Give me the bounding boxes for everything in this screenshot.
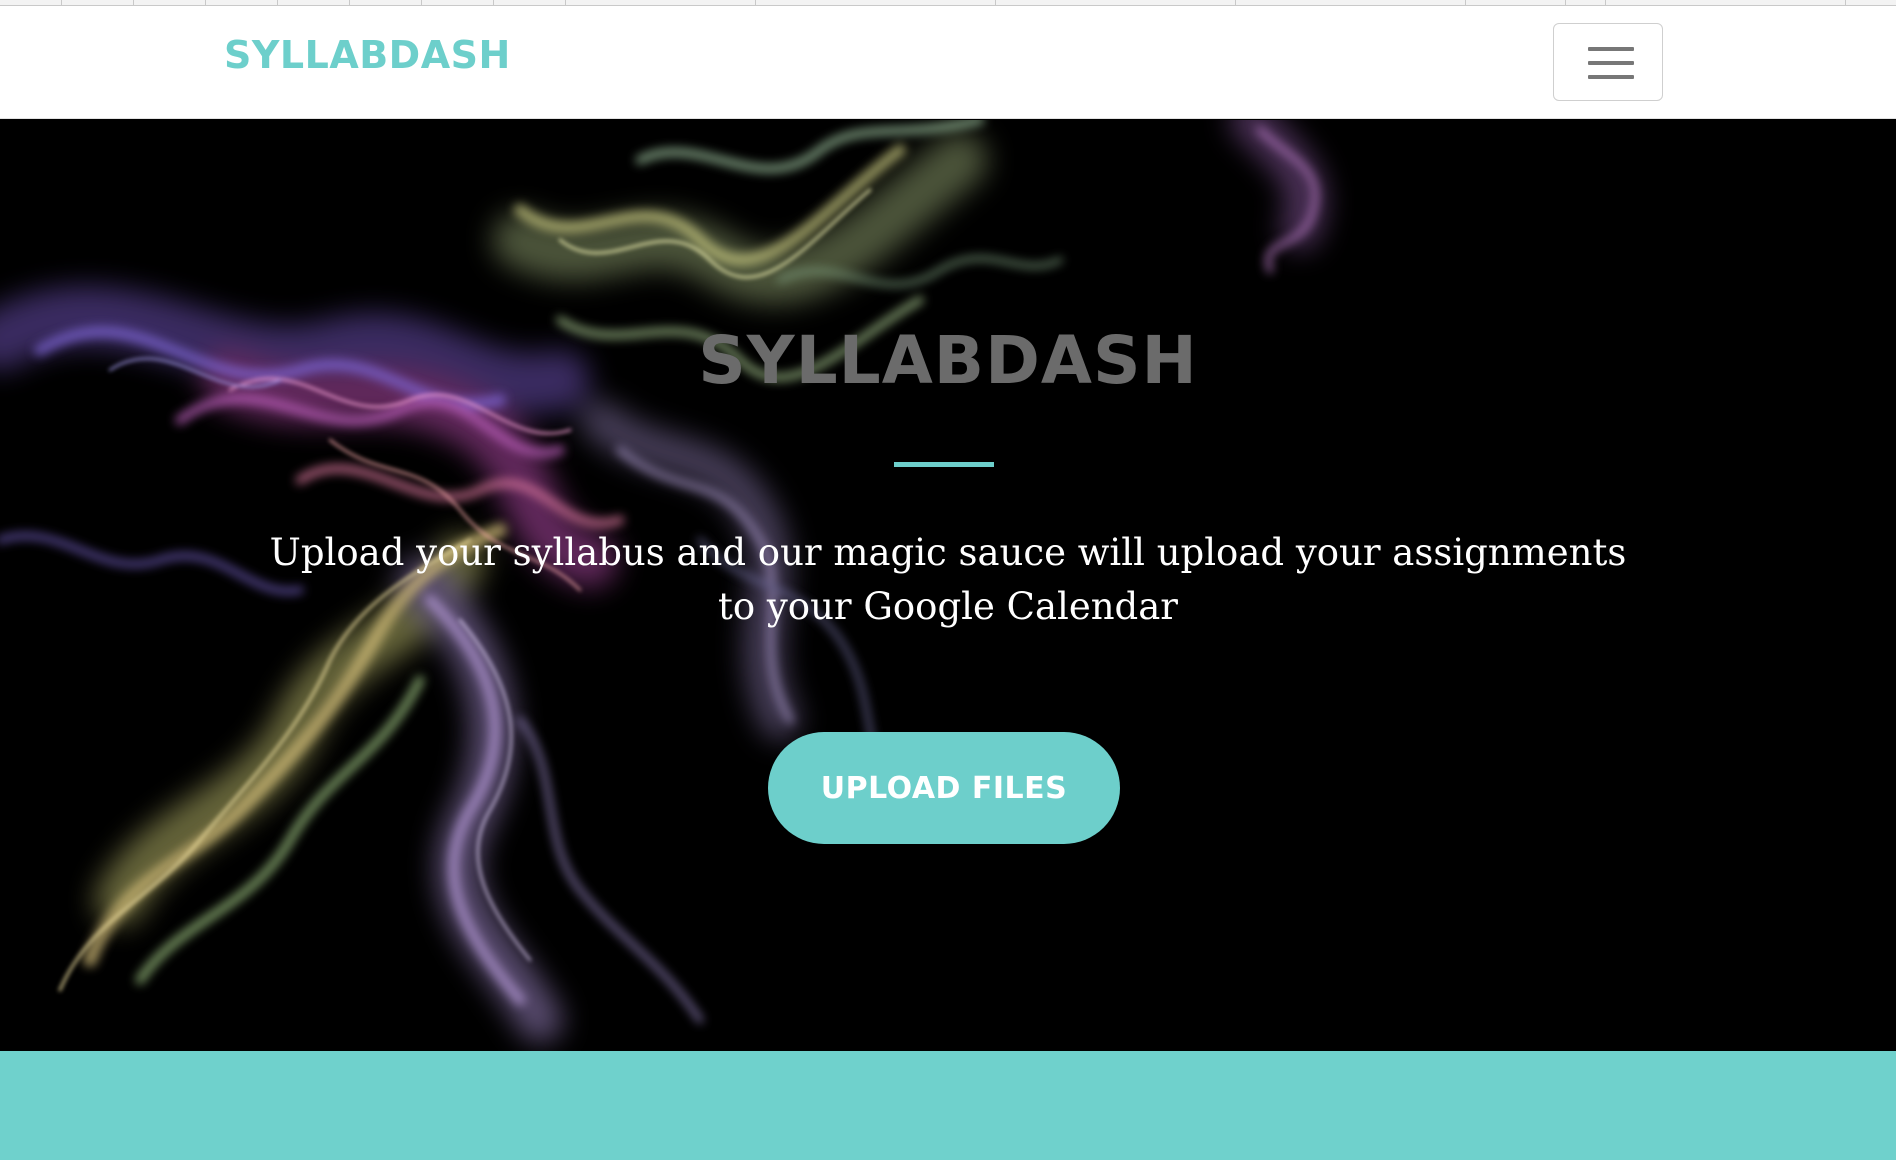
brand-logo-link[interactable]: SYLLABDASH bbox=[224, 36, 511, 74]
navbar: SYLLABDASH bbox=[0, 6, 1896, 119]
menu-toggle-button[interactable] bbox=[1553, 23, 1663, 101]
hero-subtitle: Upload your syllabus and our magic sauce… bbox=[269, 531, 1627, 628]
bottom-section bbox=[0, 1051, 1896, 1160]
hero-divider bbox=[894, 462, 994, 467]
hamburger-menu-icon-bar bbox=[1588, 75, 1634, 79]
hamburger-menu-icon-bar bbox=[1588, 61, 1634, 65]
hero-title: SYLLABDASH bbox=[698, 322, 1198, 399]
hamburger-menu-icon bbox=[1588, 47, 1634, 51]
hero-section: SYLLABDASH Upload your syllabus and our … bbox=[0, 120, 1896, 1051]
upload-files-button[interactable]: UPLOAD FILES bbox=[768, 732, 1120, 844]
